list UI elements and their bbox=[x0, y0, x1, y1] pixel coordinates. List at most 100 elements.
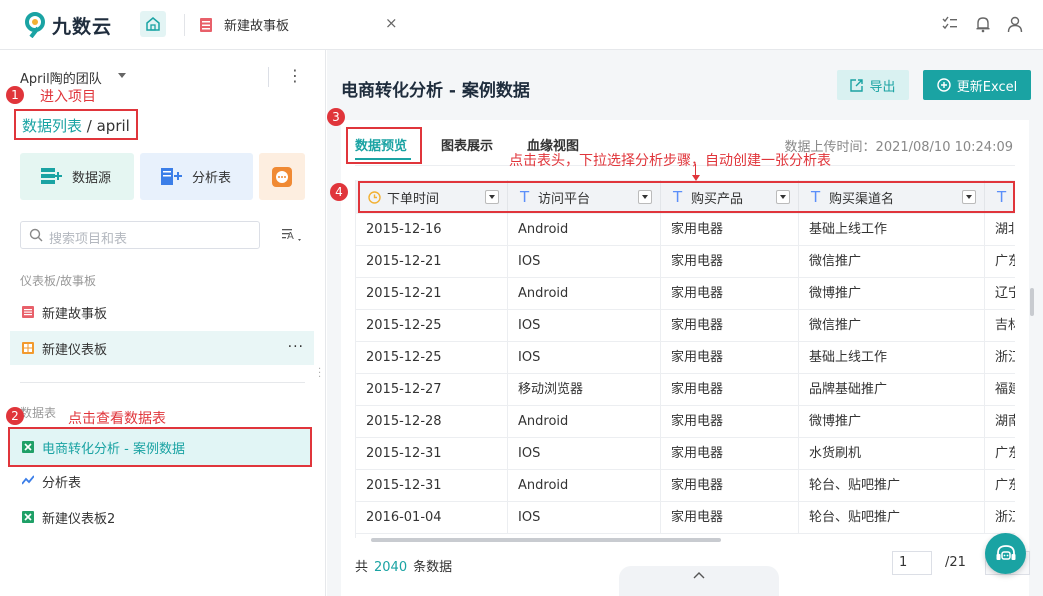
sort-button[interactable]: A bbox=[282, 227, 302, 242]
table-cell[interactable]: 2015-12-16 bbox=[356, 214, 508, 246]
brand-logo[interactable]: 九数云 bbox=[24, 10, 112, 40]
add-analysis-card[interactable]: 分析表 bbox=[140, 153, 253, 200]
add-datasource-card[interactable]: 数据源 bbox=[20, 153, 134, 200]
table-cell[interactable]: IOS bbox=[508, 502, 661, 534]
bell-icon[interactable] bbox=[974, 15, 992, 33]
search-input[interactable]: 搜索项目和表 bbox=[20, 221, 260, 249]
vertical-scrollbar[interactable] bbox=[1030, 288, 1034, 316]
table-cell[interactable]: 广东 bbox=[985, 246, 1015, 278]
tab-close-icon[interactable]: × bbox=[385, 14, 398, 32]
table-cell[interactable]: IOS bbox=[508, 310, 661, 342]
table-cell[interactable]: 2015-12-25 bbox=[356, 310, 508, 342]
sidebar-item-dashboard[interactable]: 新建仪表板 ··· bbox=[10, 331, 314, 365]
table-cell[interactable]: 浙江 bbox=[985, 342, 1015, 374]
table-cell[interactable]: 吉林 bbox=[985, 310, 1015, 342]
table-row[interactable]: 2015-12-28Android家用电器微博推广湖南 bbox=[356, 406, 1015, 438]
tab-storyboard[interactable]: 新建故事板 bbox=[224, 15, 289, 34]
sidebar-item-storyboard[interactable]: 新建故事板 bbox=[10, 295, 314, 329]
resize-handle-icon[interactable]: · · · bbox=[318, 365, 321, 383]
column-header-order-time[interactable]: 下单时间 bbox=[356, 180, 508, 214]
table-row[interactable]: 2015-12-25IOS家用电器基础上线工作浙江 bbox=[356, 342, 1015, 374]
table-cell[interactable]: IOS bbox=[508, 342, 661, 374]
table-cell[interactable]: 辽宁 bbox=[985, 278, 1015, 310]
table-cell[interactable]: 微信推广 bbox=[799, 246, 985, 278]
table-cell[interactable]: 家用电器 bbox=[661, 406, 799, 438]
table-row[interactable]: 2015-12-31Android家用电器轮台、贴吧推广广东 bbox=[356, 470, 1015, 502]
table-cell[interactable]: 湖北 bbox=[985, 214, 1015, 246]
user-icon[interactable] bbox=[1006, 15, 1024, 33]
table-cell[interactable]: 2015-12-25 bbox=[356, 342, 508, 374]
table-row[interactable]: 2015-12-31IOS家用电器水货刷机广东 bbox=[356, 438, 1015, 470]
table-cell[interactable]: Android bbox=[508, 278, 661, 310]
table-cell[interactable]: 家用电器 bbox=[661, 374, 799, 406]
table-row[interactable]: 2015-12-16Android家用电器基础上线工作湖北 bbox=[356, 214, 1015, 246]
table-cell[interactable]: 2015-12-31 bbox=[356, 470, 508, 502]
table-cell[interactable]: 浙江 bbox=[985, 502, 1015, 534]
more-vertical-icon[interactable]: ⋮ bbox=[287, 67, 303, 85]
table-cell[interactable]: 家用电器 bbox=[661, 502, 799, 534]
sidebar-item-dashboard2[interactable]: 新建仪表板2 bbox=[10, 500, 314, 534]
column-dropdown-icon[interactable] bbox=[962, 190, 976, 204]
table-cell[interactable]: 家用电器 bbox=[661, 470, 799, 502]
table-cell[interactable]: 基础上线工作 bbox=[799, 214, 985, 246]
task-list-icon[interactable] bbox=[941, 15, 959, 33]
more-horizontal-icon[interactable]: ··· bbox=[288, 339, 304, 355]
table-cell[interactable]: 2015-12-31 bbox=[356, 438, 508, 470]
table-row[interactable]: 2015-12-25IOS家用电器微信推广吉林 bbox=[356, 310, 1015, 342]
table-cell[interactable]: 微博推广 bbox=[799, 278, 985, 310]
page-number-input[interactable]: 1 bbox=[892, 551, 932, 575]
table-row[interactable]: 2015-12-21IOS家用电器微信推广广东 bbox=[356, 246, 1015, 278]
table-cell[interactable]: 轮台、贴吧推广 bbox=[799, 502, 985, 534]
table-cell[interactable]: 家用电器 bbox=[661, 342, 799, 374]
table-cell[interactable]: 2015-12-21 bbox=[356, 246, 508, 278]
breadcrumb-data-list[interactable]: 数据列表 bbox=[22, 117, 82, 135]
column-dropdown-icon[interactable] bbox=[485, 190, 499, 204]
table-cell[interactable]: 水货刷机 bbox=[799, 438, 985, 470]
export-button[interactable]: 导出 bbox=[837, 70, 909, 100]
team-name[interactable]: April陶的团队 bbox=[20, 68, 102, 87]
table-cell[interactable]: Android bbox=[508, 470, 661, 502]
column-header-platform[interactable]: T 访问平台 bbox=[508, 180, 661, 214]
collapse-button[interactable] bbox=[619, 566, 779, 596]
table-cell[interactable]: IOS bbox=[508, 438, 661, 470]
column-dropdown-icon[interactable] bbox=[638, 190, 652, 204]
table-cell[interactable]: 微信推广 bbox=[799, 310, 985, 342]
table-cell[interactable]: 微博推广 bbox=[799, 406, 985, 438]
more-apps-card[interactable] bbox=[259, 153, 305, 200]
sidebar-item-ecommerce-table[interactable]: 电商转化分析 - 案例数据 bbox=[8, 427, 312, 467]
column-dropdown-icon[interactable] bbox=[776, 190, 790, 204]
table-cell[interactable]: Android bbox=[508, 214, 661, 246]
table-cell[interactable]: IOS bbox=[508, 246, 661, 278]
table-cell[interactable]: 家用电器 bbox=[661, 246, 799, 278]
sidebar-item-analysis[interactable]: 分析表 bbox=[10, 464, 314, 498]
table-cell[interactable]: 基础上线工作 bbox=[799, 342, 985, 374]
table-cell[interactable]: 2015-12-21 bbox=[356, 278, 508, 310]
column-header-province[interactable]: T bbox=[985, 180, 1015, 214]
table-cell[interactable]: 2015-12-28 bbox=[356, 406, 508, 438]
table-cell[interactable]: 家用电器 bbox=[661, 214, 799, 246]
table-cell[interactable]: 家用电器 bbox=[661, 278, 799, 310]
table-cell[interactable]: 家用电器 bbox=[661, 438, 799, 470]
home-button[interactable] bbox=[140, 11, 166, 37]
column-header-channel[interactable]: T 购买渠道名 bbox=[799, 180, 985, 214]
tab-data-preview[interactable]: 数据预览 bbox=[355, 135, 407, 154]
horizontal-scrollbar[interactable] bbox=[371, 538, 721, 542]
table-cell[interactable]: 广东 bbox=[985, 438, 1015, 470]
table-cell[interactable]: 品牌基础推广 bbox=[799, 374, 985, 406]
table-cell[interactable]: 移动浏览器 bbox=[508, 374, 661, 406]
table-row[interactable]: 2016-01-04IOS家用电器轮台、贴吧推广浙江 bbox=[356, 502, 1015, 534]
table-cell[interactable]: 2015-12-27 bbox=[356, 374, 508, 406]
table-cell[interactable]: Android bbox=[508, 406, 661, 438]
table-row[interactable]: 2015-12-21Android家用电器微博推广辽宁 bbox=[356, 278, 1015, 310]
table-cell[interactable]: 广东 bbox=[985, 470, 1015, 502]
team-dropdown-icon[interactable] bbox=[118, 73, 126, 78]
table-cell[interactable]: 家用电器 bbox=[661, 310, 799, 342]
support-chat-button[interactable] bbox=[985, 533, 1026, 574]
table-cell[interactable]: 福建 bbox=[985, 374, 1015, 406]
tab-chart-view[interactable]: 图表展示 bbox=[441, 135, 493, 154]
column-header-product[interactable]: T 购买产品 bbox=[661, 180, 799, 214]
table-row[interactable]: 2015-12-27移动浏览器家用电器品牌基础推广福建 bbox=[356, 374, 1015, 406]
update-excel-button[interactable]: 更新Excel bbox=[923, 70, 1031, 100]
table-cell[interactable]: 2016-01-04 bbox=[356, 502, 508, 534]
table-cell[interactable]: 湖南 bbox=[985, 406, 1015, 438]
